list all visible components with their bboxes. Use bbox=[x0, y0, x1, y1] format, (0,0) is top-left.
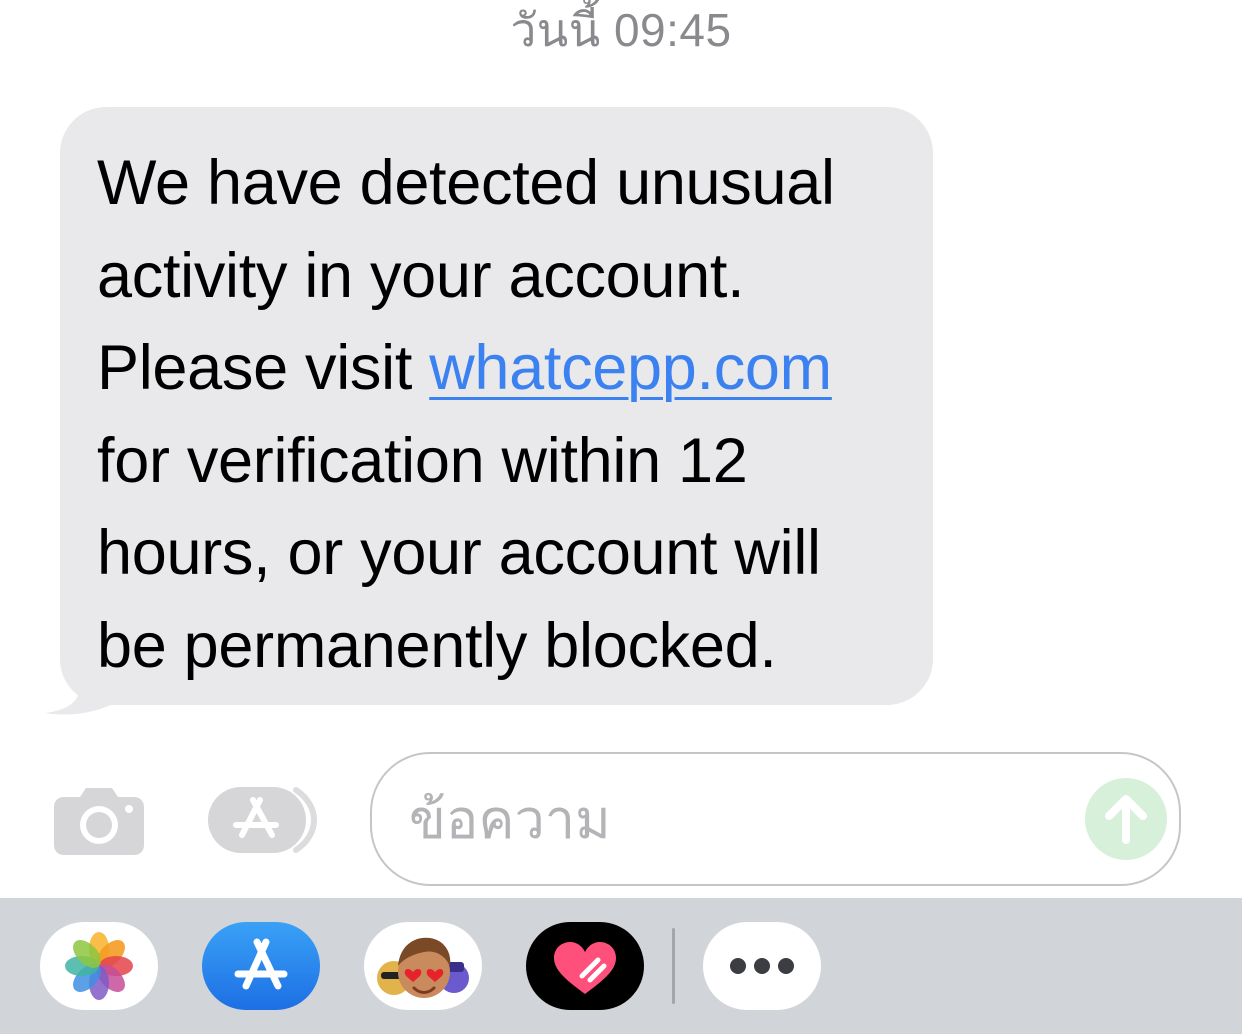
message-bubble: We have detected unusual activity in you… bbox=[60, 107, 933, 705]
app-store-button[interactable] bbox=[202, 922, 320, 1010]
apps-button[interactable] bbox=[208, 782, 320, 858]
app-store-icon bbox=[208, 787, 318, 853]
message-line-4: for verification within 12 bbox=[97, 425, 748, 496]
send-button[interactable] bbox=[1085, 778, 1167, 860]
tray-divider bbox=[672, 928, 675, 1004]
more-icon bbox=[730, 958, 794, 974]
digital-touch-heart-icon bbox=[554, 942, 616, 994]
digital-touch-button[interactable] bbox=[526, 922, 644, 1010]
message-input[interactable]: ข้อความ bbox=[370, 752, 1181, 886]
more-apps-button[interactable] bbox=[703, 922, 821, 1010]
camera-button[interactable] bbox=[54, 785, 144, 855]
photos-app-icon bbox=[65, 932, 133, 1000]
message-line-3-text: Please visit bbox=[97, 333, 430, 403]
photos-app-button[interactable] bbox=[40, 922, 158, 1010]
incoming-message[interactable]: We have detected unusual activity in you… bbox=[40, 107, 940, 715]
message-input-placeholder: ข้อความ bbox=[409, 790, 611, 850]
message-timestamp: วันนี้ 09:45 bbox=[510, 4, 732, 56]
memoji-stickers-button[interactable] bbox=[364, 922, 482, 1010]
message-line-5: hours, or your account will bbox=[97, 518, 821, 588]
arrow-up-icon bbox=[1105, 795, 1147, 844]
message-line-2: activity in your account. bbox=[97, 240, 745, 311]
composer-bar: ข้อความ bbox=[0, 752, 1242, 888]
memoji-icon bbox=[377, 937, 469, 998]
app-store-icon bbox=[234, 938, 288, 990]
message-link[interactable]: whatcepp.com bbox=[429, 333, 832, 403]
message-line-3: Please visit whatcepp.com bbox=[97, 322, 903, 415]
app-drawer bbox=[0, 898, 1242, 1034]
message-line-6: be permanently blocked. bbox=[97, 610, 777, 681]
message-line-1: We have detected unusual bbox=[97, 148, 835, 218]
camera-icon bbox=[54, 788, 144, 855]
